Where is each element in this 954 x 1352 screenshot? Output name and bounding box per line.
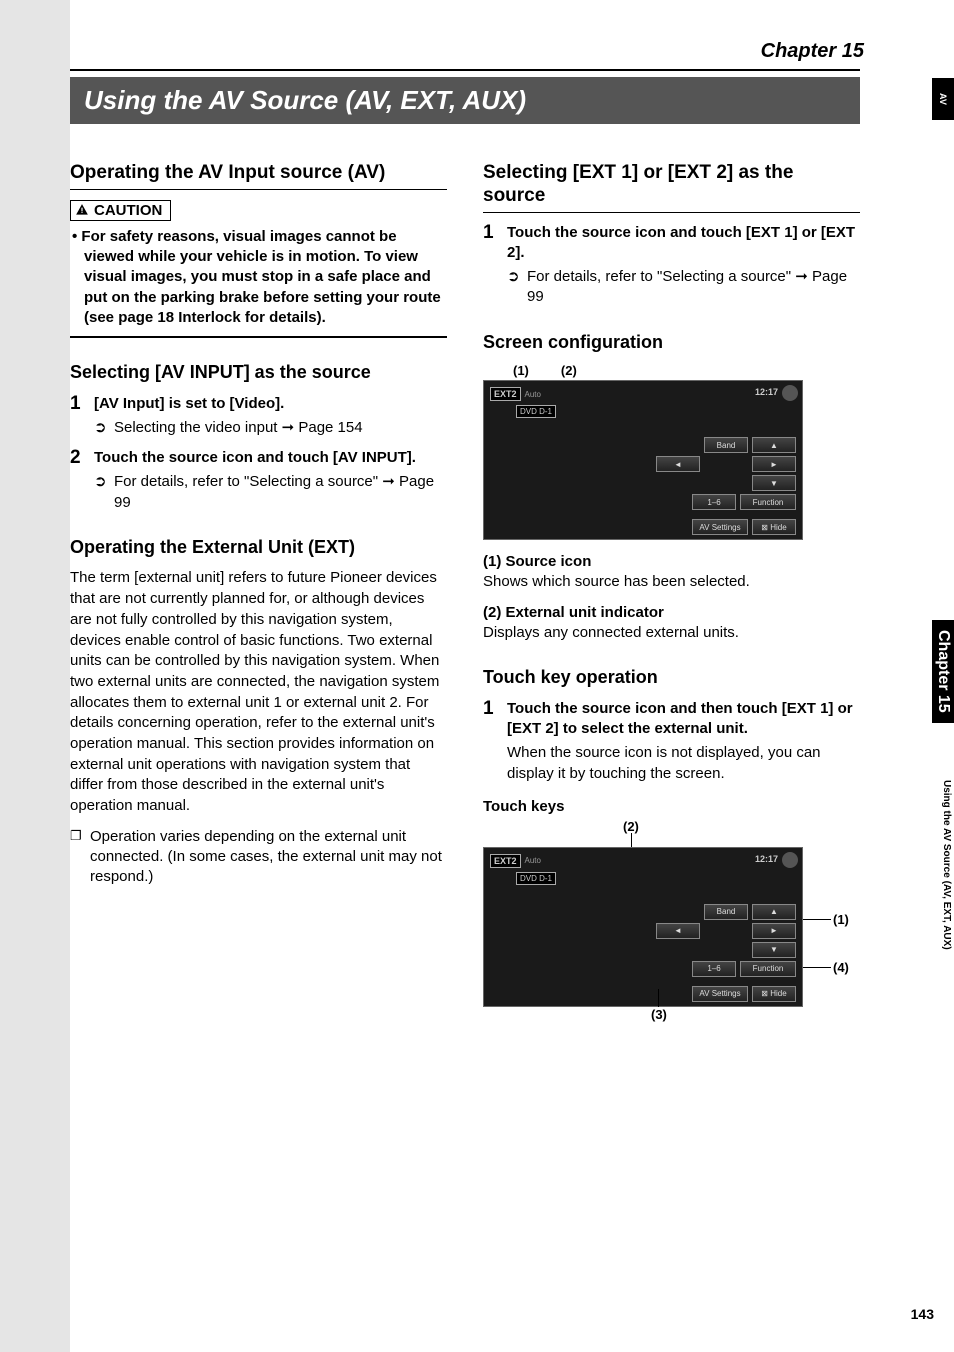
caution-text: For safety reasons, visual images cannot… xyxy=(70,227,447,328)
side-chapter-tab: Chapter 15 xyxy=(932,620,954,723)
source-icon-ext2: EXT2 xyxy=(490,387,521,401)
pointer-1: (1) xyxy=(833,912,849,927)
down-button: ▼ xyxy=(752,475,796,491)
hide-button: ⊠ Hide xyxy=(752,519,796,535)
touch-step-1: 1 Touch the source icon and then touch [… xyxy=(483,699,860,784)
subsection-touch-key: Touch key operation xyxy=(483,667,860,689)
step-1-ext: 1 Touch the source icon and touch [EXT 1… xyxy=(483,223,860,308)
ext-note: ❐ Operation varies depending on the exte… xyxy=(70,827,447,888)
right-button: ► xyxy=(752,923,796,939)
screenshot-screen-config: EXT2 Auto DVD D-1 12:17 Band▲ ◄ ► ▼ 1–6Fu… xyxy=(483,380,803,540)
ref-arrow-icon: ➲ xyxy=(507,267,521,308)
function-button: Function xyxy=(740,494,796,510)
side-section-title: Using the AV Source (AV, EXT, AUX) xyxy=(941,780,952,950)
desc1-text: Shows which source has been selected. xyxy=(483,573,750,590)
subsection-screen-config: Screen configuration xyxy=(483,332,860,354)
source-icon-ext2: EXT2 xyxy=(490,854,521,868)
clock: 12:17 xyxy=(755,854,778,864)
clock: 12:17 xyxy=(755,387,778,397)
side-tab-av: AV xyxy=(932,78,954,120)
caution-rule xyxy=(70,336,447,338)
up-button: ▲ xyxy=(752,437,796,453)
step-sub-text: Selecting the video input ➞ Page 154 xyxy=(114,418,363,438)
step-bold: Touch the source icon and touch [AV INPU… xyxy=(94,448,447,468)
hide-button: ⊠ Hide xyxy=(752,986,796,1002)
pointer-4: (4) xyxy=(833,960,849,975)
av-settings-button: AV Settings xyxy=(692,519,748,535)
step-bold: Touch the source icon and then touch [EX… xyxy=(507,699,860,740)
title-rule xyxy=(70,69,860,71)
ref-arrow-icon: ➲ xyxy=(94,418,108,438)
av-settings-button: AV Settings xyxy=(692,986,748,1002)
down-button: ▼ xyxy=(752,942,796,958)
auto-label: Auto xyxy=(525,856,541,865)
touch-keys-heading: Touch keys xyxy=(483,798,860,815)
section-selecting-ext: Selecting [EXT 1] or [EXT 2] as the sour… xyxy=(483,162,860,213)
screenshot-touch-keys: EXT2 Auto DVD D-1 12:17 Band▲ ◄ ► ▼ 1–6Fu… xyxy=(483,847,803,1007)
caution-badge: CAUTION xyxy=(70,200,171,221)
square-bullet-icon: ❐ xyxy=(70,827,82,888)
screen-config-figure: (1) (2) EXT2 Auto DVD D-1 12:17 Band▲ ◄ ►… xyxy=(483,363,860,540)
step-2: 2 Touch the source icon and touch [AV IN… xyxy=(70,448,447,513)
band-button: Band xyxy=(704,437,748,453)
step-1: 1 [AV Input] is set to [Video]. ➲ Select… xyxy=(70,394,447,439)
step-text: When the source icon is not displayed, y… xyxy=(507,743,860,784)
section-operating-av-input: Operating the AV Input source (AV) xyxy=(70,162,447,190)
btn-1-6: 1–6 xyxy=(692,961,736,977)
step-number: 1 xyxy=(483,223,499,308)
band-button: Band xyxy=(704,904,748,920)
touch-keys-figure: (2) EXT2 Auto DVD D-1 12:17 Band▲ ◄ ► ▼ 1… xyxy=(483,819,863,1019)
ext-note-text: Operation varies depending on the extern… xyxy=(90,827,447,888)
left-gutter xyxy=(0,0,70,1352)
compass-icon xyxy=(782,385,798,401)
page-number: 143 xyxy=(911,1306,934,1322)
ext-paragraph: The term [external unit] refers to futur… xyxy=(70,568,447,816)
page-title: Using the AV Source (AV, EXT, AUX) xyxy=(70,77,860,124)
callout-2: (2) xyxy=(561,363,577,378)
pointer-line xyxy=(658,989,659,1007)
pointer-2: (2) xyxy=(623,819,639,834)
ext-indicator: DVD D-1 xyxy=(516,405,556,418)
pointer-3: (3) xyxy=(651,1007,667,1022)
compass-icon xyxy=(782,852,798,868)
warning-icon xyxy=(75,203,89,217)
auto-label: Auto xyxy=(525,390,541,399)
up-button: ▲ xyxy=(752,904,796,920)
step-sub-text: For details, refer to "Selecting a sourc… xyxy=(114,472,447,513)
desc1-label: (1) Source icon xyxy=(483,552,860,572)
function-button: Function xyxy=(740,961,796,977)
subsection-selecting-av-input: Selecting [AV INPUT] as the source xyxy=(70,362,447,384)
desc2-text: Displays any connected external units. xyxy=(483,624,739,641)
btn-1-6: 1–6 xyxy=(692,494,736,510)
desc2-label: (2) External unit indicator xyxy=(483,603,860,623)
subsection-operating-ext: Operating the External Unit (EXT) xyxy=(70,537,447,559)
step-bold: Touch the source icon and touch [EXT 1] … xyxy=(507,223,860,264)
chapter-label: Chapter 15 xyxy=(70,40,884,63)
pointer-line xyxy=(803,919,831,920)
step-number: 1 xyxy=(483,699,499,784)
step-number: 2 xyxy=(70,448,86,513)
step-number: 1 xyxy=(70,394,86,439)
left-button: ◄ xyxy=(656,456,700,472)
ext-indicator: DVD D-1 xyxy=(516,872,556,885)
left-button: ◄ xyxy=(656,923,700,939)
callout-1: (1) xyxy=(513,363,529,378)
step-sub-text: For details, refer to "Selecting a sourc… xyxy=(527,267,860,308)
right-column: Selecting [EXT 1] or [EXT 2] as the sour… xyxy=(483,152,860,1019)
right-button: ► xyxy=(752,456,796,472)
caution-label: CAUTION xyxy=(94,202,162,219)
left-column: Operating the AV Input source (AV) CAUTI… xyxy=(70,152,447,1019)
step-bold: [AV Input] is set to [Video]. xyxy=(94,394,447,414)
pointer-line xyxy=(803,967,831,968)
ref-arrow-icon: ➲ xyxy=(94,472,108,513)
